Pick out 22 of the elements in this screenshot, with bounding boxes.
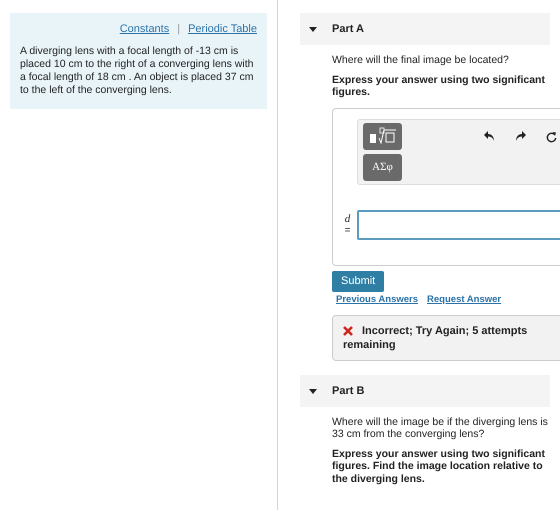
- symbols-button[interactable]: ΑΣφ: [363, 154, 402, 180]
- link-separator: |: [177, 22, 180, 37]
- problem-text: A diverging lens with a focal length of -13 cm is placed 10 cm to the right of a converging lens with a focal length of 18 cm . An object is placed 37 cm to the left of the converging lens.: [20, 44, 254, 96]
- submit-button[interactable]: Submit: [332, 270, 384, 292]
- reset-icon[interactable]: [546, 130, 557, 142]
- instruction-text: Express your answer using two significant figures. Find the image location relative to the diverging lens.: [332, 448, 546, 486]
- instruction-text: Express your answer using two significant figures.: [332, 74, 546, 98]
- link[interactable]: Request Answer: [427, 292, 502, 307]
- template-button[interactable]: [363, 122, 402, 150]
- question-text: Where will the final image be located?: [332, 54, 510, 66]
- answer-input-field[interactable]: [357, 210, 560, 240]
- part-header[interactable]: Part B: [300, 374, 550, 407]
- link[interactable]: Periodic Table: [188, 21, 257, 38]
- link[interactable]: Constants: [120, 21, 170, 38]
- redo-icon[interactable]: [515, 130, 526, 140]
- variable-label: d: [344, 212, 350, 224]
- link[interactable]: Previous Answers: [336, 292, 418, 307]
- question-text: Where will the image be if the diverging lens is 33 cm from the converging lens?: [332, 416, 549, 441]
- part-header[interactable]: Part A: [300, 13, 550, 45]
- feedback-text: Incorrect; Try Again; 5 attempts remaining: [343, 324, 528, 352]
- equals-sign: =: [344, 224, 350, 236]
- undo-icon[interactable]: [484, 130, 495, 140]
